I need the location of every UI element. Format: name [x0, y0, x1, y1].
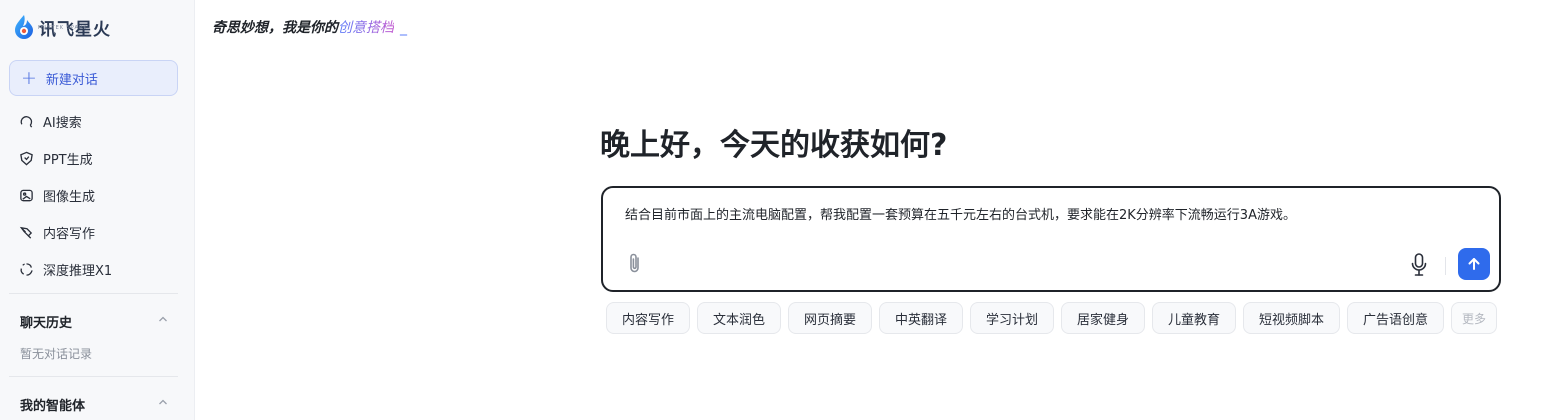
sidebar-item-label: 内容写作	[43, 226, 96, 242]
sidebar-item-deep-reasoning[interactable]: 深度推理X1	[19, 258, 112, 280]
header-tagline: 奇思妙想，我是你的创意搭档 _	[212, 17, 407, 37]
search-icon	[20, 115, 33, 128]
chip-translation[interactable]: 中英翻译	[879, 302, 963, 334]
chevron-up-icon[interactable]	[157, 313, 169, 325]
image-icon	[20, 189, 33, 201]
chip-content-writing[interactable]: 内容写作	[606, 302, 690, 334]
reasoning-icon	[20, 262, 33, 276]
chevron-up-icon[interactable]	[157, 396, 169, 408]
sidebar-item-label: AI搜索	[43, 115, 82, 131]
sidebar-item-image[interactable]: 图像生成	[19, 184, 95, 206]
sidebar-item-label: 图像生成	[43, 189, 96, 205]
sidebar-item-label: PPT生成	[43, 152, 93, 168]
tagline-highlight: 创意搭档	[338, 20, 394, 36]
chip-home-fitness[interactable]: 居家健身	[1061, 302, 1145, 334]
ppt-icon	[20, 151, 33, 165]
plus-icon: +	[21, 66, 37, 89]
more-button[interactable]: 更多	[1451, 302, 1497, 334]
agents-section-title[interactable]: 我的智能体	[20, 395, 85, 414]
divider	[9, 376, 178, 377]
brand-subtitle: IFLYTEK SPARK	[38, 25, 88, 31]
chat-composer[interactable]: 结合目前市面上的主流电脑配置，帮我配置一套预算在五千元左右的台式机，要求能在2K…	[601, 186, 1501, 292]
chip-short-video-script[interactable]: 短视频脚本	[1243, 302, 1340, 334]
chip-study-plan[interactable]: 学习计划	[970, 302, 1054, 334]
chip-child-education[interactable]: 儿童教育	[1152, 302, 1236, 334]
divider	[1445, 257, 1446, 275]
pen-icon	[19, 226, 33, 239]
attachment-icon[interactable]	[625, 252, 645, 276]
sidebar-item-ppt[interactable]: PPT生成	[19, 147, 93, 169]
chip-text-polish[interactable]: 文本润色	[697, 302, 781, 334]
history-empty-text: 暂无对话记录	[20, 347, 93, 361]
tagline-cursor: _	[400, 20, 407, 36]
greeting-title: 晚上好，今天的收获如何?	[600, 128, 948, 163]
spark-logo-icon	[15, 15, 33, 39]
chip-ad-slogan[interactable]: 广告语创意	[1347, 302, 1444, 334]
arrow-up-icon	[1468, 258, 1480, 270]
sidebar-item-label: 深度推理X1	[43, 263, 113, 279]
new-chat-button[interactable]: + 新建对话	[9, 60, 178, 96]
tagline-prefix: 奇思妙想，我是你的	[212, 20, 338, 36]
chip-webpage-summary[interactable]: 网页摘要	[788, 302, 872, 334]
history-section-title[interactable]: 聊天历史	[20, 312, 72, 331]
send-button[interactable]	[1458, 248, 1490, 280]
prompt-input[interactable]: 结合目前市面上的主流电脑配置，帮我配置一套预算在五千元左右的台式机，要求能在2K…	[625, 204, 1296, 223]
sidebar-item-writing[interactable]: 内容写作	[19, 221, 95, 243]
microphone-icon[interactable]	[1409, 252, 1429, 278]
divider	[9, 293, 178, 294]
sidebar: 讯飞星火 IFLYTEK SPARK + 新建对话 AI搜索 PPT生成 图像生…	[0, 0, 195, 420]
sidebar-item-ai-search[interactable]: AI搜索	[19, 110, 82, 132]
new-chat-label: 新建对话	[45, 72, 98, 88]
